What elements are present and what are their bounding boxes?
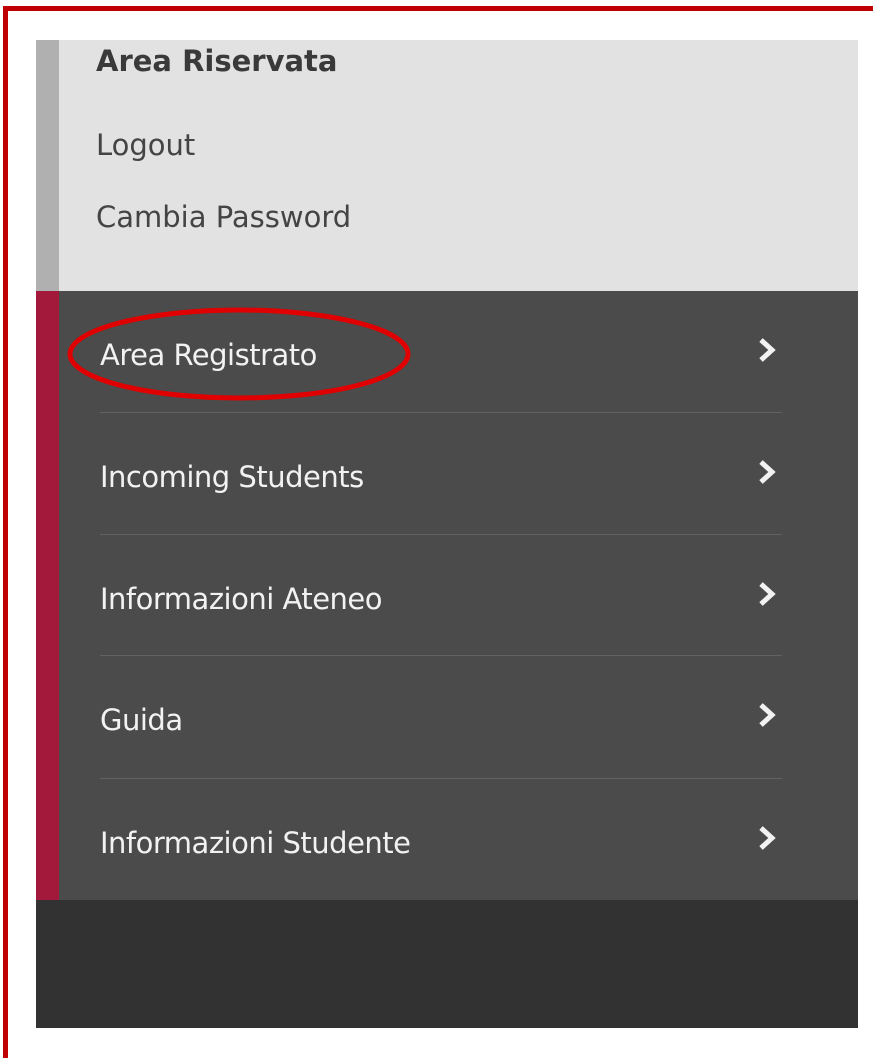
menu-item-label: Guida [100,703,183,737]
menu-accent-bar [36,291,59,900]
reserved-area-accent-bar [36,40,59,291]
menu-footer [36,900,858,1028]
menu-item-incoming-students[interactable]: Incoming Students [59,413,858,534]
chevron-right-icon [759,826,776,850]
menu-item-label: Informazioni Studente [100,826,411,860]
menu-item-label: Area Registrato [100,338,317,372]
menu-item-label: Informazioni Ateneo [100,582,383,616]
menu-item-area-registrato[interactable]: Area Registrato [59,291,858,412]
main-menu: Area Registrato Incoming Students Inform… [36,291,858,900]
reserved-area-title: Area Riservata [96,44,338,78]
chevron-right-icon [759,460,776,484]
menu-item-guida[interactable]: Guida [59,656,858,777]
side-navigation-panel: Area Riservata Logout Cambia Password Ar… [36,40,858,1028]
menu-item-informazioni-ateneo[interactable]: Informazioni Ateneo [59,535,858,656]
logout-link[interactable]: Logout [96,128,195,162]
reserved-area-section: Area Riservata Logout Cambia Password [36,40,858,291]
change-password-link[interactable]: Cambia Password [96,200,351,234]
chevron-right-icon [759,338,776,362]
menu-item-informazioni-studente[interactable]: Informazioni Studente [59,779,858,900]
menu-item-label: Incoming Students [100,460,364,494]
chevron-right-icon [759,582,776,606]
chevron-right-icon [759,703,776,727]
